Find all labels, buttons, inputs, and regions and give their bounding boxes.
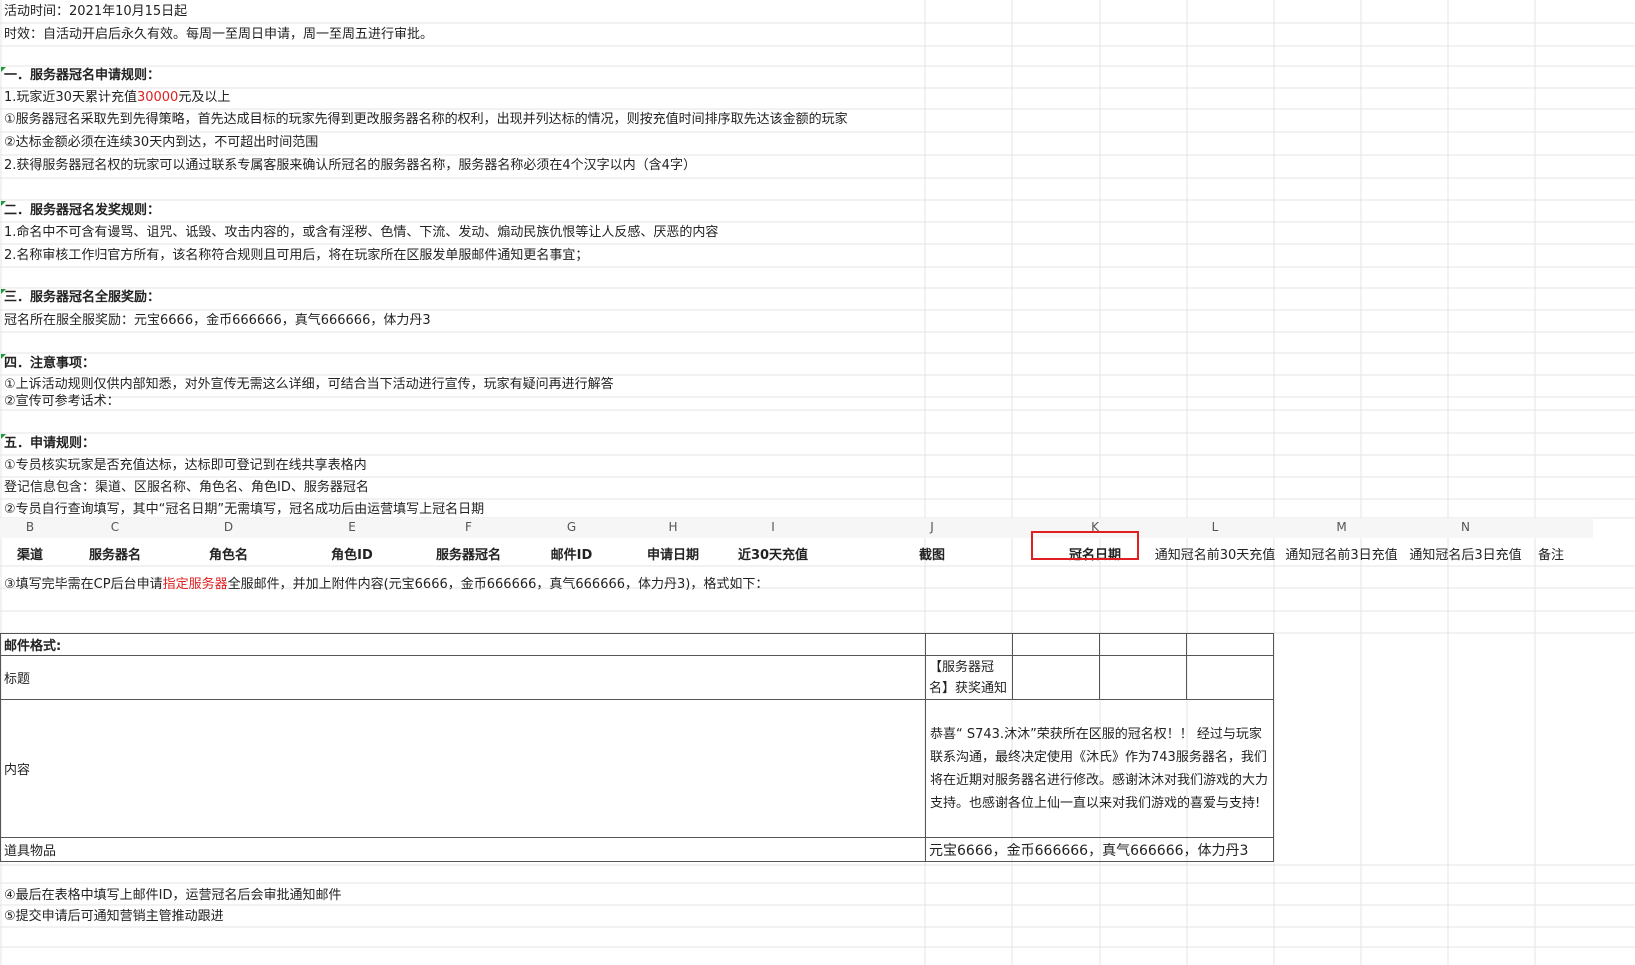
- mail-format-heading: 邮件格式:: [0, 633, 926, 656]
- header-server-title: 服务器冠名: [435, 548, 501, 563]
- designated-server: 指定服务器: [162, 577, 228, 592]
- recharge-amount: 30000: [136, 90, 179, 105]
- header-recharge-30d: 近30天充值: [737, 548, 809, 563]
- rule-4-1: ①上诉活动规则仅供内部知悉，对外宣传无需这么详细，可结合当下活动进行宣传，玩家有…: [4, 377, 614, 392]
- header-mail-id: 邮件ID: [550, 548, 593, 563]
- section-2-title: 二．服务器冠名发奖规则：: [4, 203, 161, 218]
- embedded-header-row: 渠道 服务器名 角色名 角色ID 服务器冠名 邮件ID 申请日期 近30天充值 …: [0, 540, 1593, 564]
- header-role-id: 角色ID: [331, 548, 373, 563]
- highlight-box: [1031, 531, 1139, 560]
- header-apply-date: 申请日期: [646, 548, 699, 563]
- col-letter: F: [465, 520, 472, 534]
- col-letter: L: [1211, 520, 1219, 534]
- rule-5-1: ①专员核实玩家是否充值达标，达标即可登记到在线共享表格内: [4, 458, 367, 473]
- section-5-title: 五．申请规则：: [4, 436, 96, 451]
- rule-4-2: ②宣传可参考话术：: [4, 394, 120, 409]
- mail-items-value: 元宝6666，金币666666，真气666666，体力丹3: [925, 837, 1274, 862]
- header-post-3d-recharge: 通知冠名后3日充值: [1409, 548, 1522, 563]
- col-letter: C: [110, 520, 120, 534]
- mail-title-value: 【服务器冠名】获奖通知: [925, 655, 1013, 700]
- rule-3-1: 冠名所在服全服奖励：元宝6666，金币666666，真气666666，体力丹3: [4, 313, 431, 328]
- rule-5-2: 登记信息包含：渠道、区服名称、角色名、角色ID、服务器冠名: [4, 480, 369, 495]
- mail-cell: [1099, 633, 1187, 656]
- rule-1-2: ①服务器冠名采取先到先得策略，首先达成目标的玩家先得到更改服务器名称的权利，出现…: [4, 112, 848, 127]
- mail-format-table: 邮件格式: 标题 【服务器冠名】获奖通知 内容 恭喜“ S743.沐沐”荣获所在…: [0, 633, 1274, 862]
- activity-time: 活动时间：2021年10月15日起: [4, 4, 188, 19]
- rule-5-4-pre: ③填写完毕需在CP后台申请: [4, 577, 163, 592]
- col-letter: B: [25, 520, 35, 534]
- rule-5-6: ⑤提交申请后可通知营销主管推动跟进: [4, 909, 224, 924]
- section-1-title: 一．服务器冠名申请规则：: [4, 68, 161, 83]
- embedded-column-letters: B C D E F G H I J K L M N: [0, 518, 1593, 538]
- rule-1-3: ②达标金额必须在连续30天内到达，不可超出时间范围: [4, 135, 319, 150]
- rule-1-4: 2.获得服务器冠名权的玩家可以通过联系专属客服来确认所冠名的服务器名称，服务器名…: [4, 158, 696, 173]
- rule-2-1: 1.命名中不可含有谩骂、诅咒、诋毁、攻击内容的，或含有淫秽、色情、下流、发动、煽…: [4, 225, 719, 240]
- rule-1-1: 1.玩家近30天累计充值30000元及以上: [4, 90, 230, 106]
- header-server-name: 服务器名: [88, 548, 141, 563]
- header-pre-3d-recharge: 通知冠名前3日充值: [1285, 548, 1398, 563]
- mail-content-value: 恭喜“ S743.沐沐”荣获所在区服的冠名权！！ 经过与玩家联系沟通，最终决定使…: [925, 699, 1274, 838]
- mail-items-label: 道具物品: [0, 837, 926, 862]
- rule-5-5: ④最后在表格中填写上邮件ID，运营冠名后会审批通知邮件: [4, 888, 342, 903]
- col-letter: J: [930, 520, 934, 534]
- header-screenshot: 截图: [918, 548, 945, 563]
- col-letter: D: [223, 520, 234, 534]
- mail-title-label: 标题: [0, 655, 926, 700]
- rule-5-4-post: 全服邮件，并加上附件内容(元宝6666，金币666666，真气666666，体力…: [227, 577, 769, 592]
- rule-1-1-pre: 1.玩家近30天累计充值: [4, 90, 137, 105]
- header-remarks: 备注: [1537, 548, 1564, 563]
- mail-cell: [1186, 655, 1274, 700]
- col-letter: I: [771, 520, 775, 534]
- col-letter: N: [1461, 520, 1470, 534]
- header-role-name: 角色名: [208, 548, 248, 563]
- header-channel: 渠道: [16, 548, 43, 563]
- section-4-title: 四．注意事项：: [4, 356, 96, 371]
- rule-5-3: ②专员自行查询填写，其中“冠名日期”无需填写，冠名成功后由运营填写上冠名日期: [4, 502, 485, 517]
- section-3-title: 三．服务器冠名全服奖励：: [4, 290, 161, 305]
- col-letter: G: [566, 520, 577, 534]
- col-letter: M: [1336, 520, 1347, 534]
- rule-2-2: 2.名称审核工作归官方所有，该名称符合规则且可用后，将在玩家所在区服发单服邮件通…: [4, 248, 589, 263]
- mail-cell: [1012, 655, 1100, 700]
- mail-cell: [1012, 633, 1100, 656]
- mail-cell: [1099, 655, 1187, 700]
- rule-1-1-post: 元及以上: [178, 90, 231, 105]
- col-letter: E: [348, 520, 356, 534]
- header-pre-30d-recharge: 通知冠名前30天充值: [1154, 548, 1276, 563]
- validity-text: 时效：自活动开启后永久有效。每周一至周日申请，周一至周五进行审批。: [4, 27, 434, 42]
- rule-5-4: ③填写完毕需在CP后台申请指定服务器全服邮件，并加上附件内容(元宝6666，金币…: [4, 577, 768, 593]
- col-letter: H: [668, 520, 678, 534]
- mail-content-label: 内容: [0, 699, 926, 838]
- mail-cell: [925, 633, 1013, 656]
- mail-cell: [1186, 633, 1274, 656]
